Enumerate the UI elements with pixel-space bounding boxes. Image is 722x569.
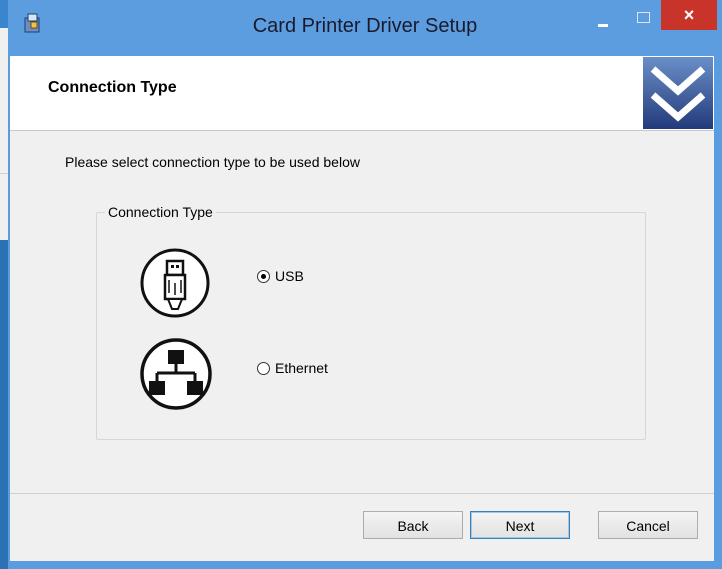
ethernet-network-icon — [139, 337, 213, 411]
instruction-text: Please select connection type to be used… — [65, 154, 360, 170]
maximize-button[interactable] — [628, 2, 658, 32]
minimize-button[interactable] — [588, 2, 618, 32]
page-title: Connection Type — [48, 79, 177, 96]
title-bar[interactable]: Card Printer Driver Setup × — [8, 0, 722, 56]
ethernet-radio-button[interactable] — [257, 361, 270, 375]
usb-radio-label[interactable]: USB — [275, 268, 304, 284]
usb-icon — [139, 247, 211, 319]
dialog-content: Connection Type Please select connection… — [10, 56, 714, 561]
usb-radio-button[interactable] — [257, 269, 270, 283]
setup-dialog: Card Printer Driver Setup × Connection T… — [8, 0, 722, 569]
wizard-header: Connection Type — [10, 56, 714, 131]
close-button[interactable]: × — [661, 0, 717, 30]
group-label: Connection Type — [105, 204, 216, 220]
connection-type-group: Connection Type USB Ethernet — [96, 204, 646, 440]
cancel-button[interactable]: Cancel — [598, 511, 698, 539]
ethernet-radio-label[interactable]: Ethernet — [275, 360, 328, 376]
footer-divider — [10, 493, 714, 494]
back-button[interactable]: Back — [363, 511, 463, 539]
setup-logo-icon — [643, 57, 713, 129]
ethernet-radio-option[interactable]: Ethernet — [257, 360, 328, 376]
next-button[interactable]: Next — [470, 511, 570, 539]
usb-radio-option[interactable]: USB — [257, 268, 304, 284]
